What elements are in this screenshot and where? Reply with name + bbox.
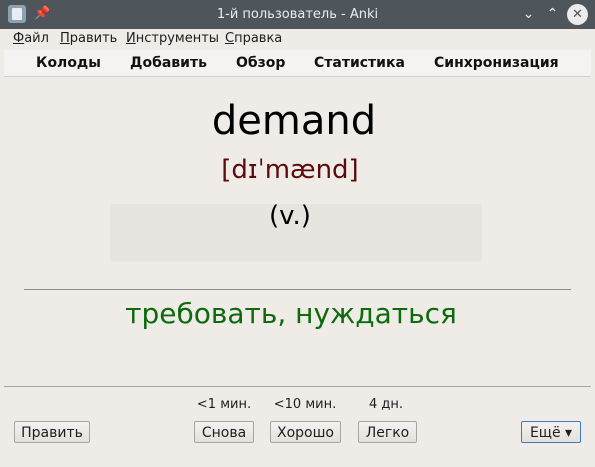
menu-help-label: правка	[234, 31, 283, 46]
menu-file-mnemonic: Ф	[13, 31, 25, 46]
title-bar: 📌 1-й пользователь - Anki ⌄ ⌃ ✕	[0, 0, 595, 29]
interval-again: <1 мин.	[196, 397, 252, 412]
toolbar-sync-link[interactable]: Синхронизация	[434, 54, 559, 72]
close-icon: ✕	[572, 7, 583, 22]
card-part-of-speech: (v.)	[269, 201, 311, 231]
card-back-translation: требовать, нуждаться	[125, 297, 457, 330]
menu-bar: Файл Править Инструменты Справка	[0, 29, 595, 49]
menu-tools-label: нструменты	[135, 31, 220, 46]
chevron-up-icon: ⌃	[546, 6, 559, 22]
again-button[interactable]: Снова	[194, 421, 254, 443]
interval-easy: 4 дн.	[368, 397, 404, 412]
card-front-word: demand	[211, 98, 377, 144]
more-button[interactable]: Ещё ▾	[521, 421, 581, 443]
menu-edit-mnemonic: П	[60, 31, 70, 46]
interval-good: <10 мин.	[273, 397, 337, 412]
good-button[interactable]: Хорошо	[270, 421, 341, 443]
card-webview: demand [dɪˈmænd] (v.) требовать, нуждать…	[4, 77, 591, 386]
answer-divider	[24, 289, 571, 290]
toolbar-decks-link[interactable]: Колоды	[36, 54, 101, 72]
maximize-button[interactable]: ⌃	[542, 4, 563, 25]
answer-bar: <1 мин. <10 мин. 4 дн. Править Снова Хор…	[4, 386, 591, 466]
edit-button[interactable]: Править	[14, 421, 90, 443]
menu-file-label: айл	[24, 31, 49, 46]
card-transcription: [dɪˈmænd]	[221, 155, 359, 185]
chevron-down-icon: ⌄	[522, 6, 535, 22]
menu-tools-mnemonic: И	[126, 31, 136, 46]
toolbar-browse-link[interactable]: Обзор	[236, 54, 285, 72]
menu-help-mnemonic: С	[225, 31, 235, 46]
toolbar-add-link[interactable]: Добавить	[130, 54, 207, 72]
menu-edit[interactable]: Править	[60, 31, 117, 47]
easy-button[interactable]: Легко	[358, 421, 417, 443]
menu-tools[interactable]: Инструменты	[126, 31, 219, 47]
window-title: 1-й пользователь - Anki	[216, 7, 379, 22]
close-button[interactable]: ✕	[567, 4, 588, 25]
minimize-button[interactable]: ⌄	[518, 4, 539, 25]
toolbar-stats-link[interactable]: Статистика	[314, 54, 405, 72]
menu-help[interactable]: Справка	[225, 31, 282, 47]
menu-file[interactable]: Файл	[13, 31, 49, 47]
menu-edit-label: равить	[69, 31, 118, 46]
main-toolbar: Колоды Добавить Обзор Статистика Синхрон…	[4, 50, 591, 77]
